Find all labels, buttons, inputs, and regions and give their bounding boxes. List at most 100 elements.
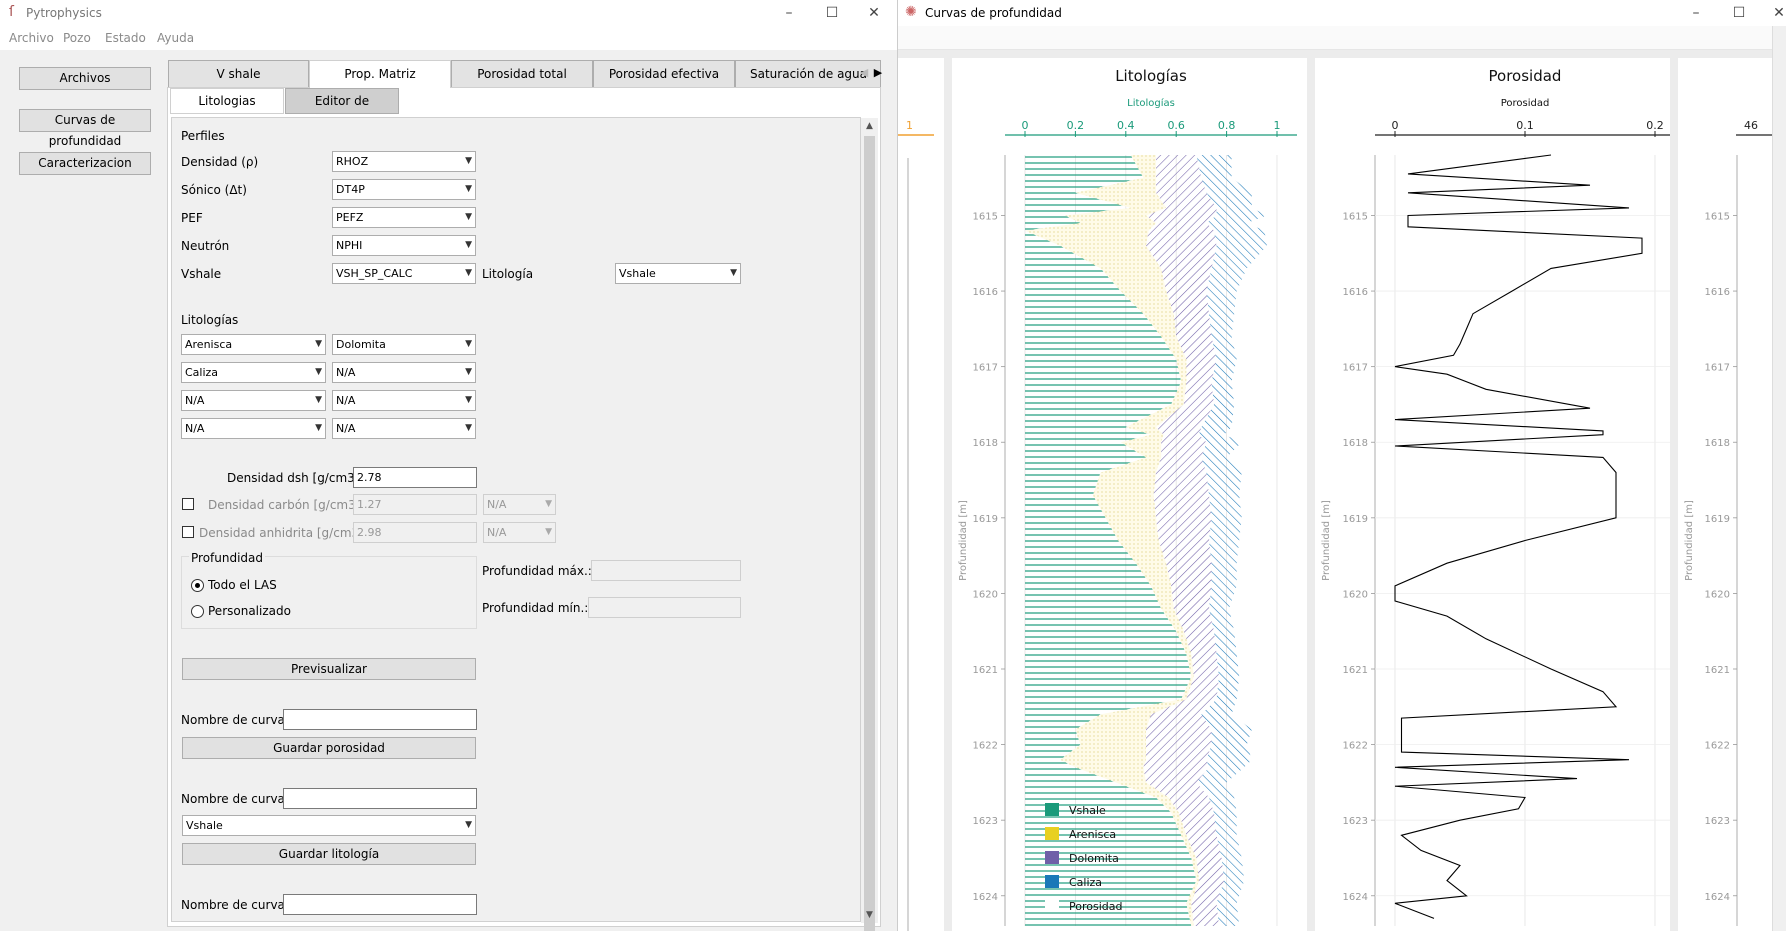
depth-tick-label: 1623 — [1705, 816, 1730, 827]
densidad-select[interactable]: RHOZ ▼ — [332, 151, 476, 172]
nombre-curva-3-input[interactable] — [283, 894, 477, 915]
plot-scrollbar[interactable] — [1772, 26, 1786, 931]
profundidad-max-input[interactable] — [591, 560, 741, 581]
chevron-down-icon: ▼ — [465, 367, 472, 377]
plot-toolbar — [898, 26, 1786, 50]
neutron-select[interactable]: NPHI ▼ — [332, 235, 476, 256]
litologias-chart: Litologías Litologías 0 0.2 0.4 0.6 0.8 1 1615 16… — [958, 67, 1297, 926]
litologia-1b-select[interactable]: Dolomita ▼ — [332, 334, 476, 355]
depth-tick-label: 1618 — [1343, 438, 1368, 449]
vshale-select[interactable]: VSH_SP_CALC ▼ — [332, 263, 476, 284]
track-title: Porosidad — [1489, 67, 1562, 85]
tab-scroll-left-icon[interactable]: ◀ — [857, 62, 871, 84]
minimize-icon[interactable]: – — [778, 3, 800, 23]
maximize-icon[interactable]: ☐ — [1728, 3, 1750, 23]
personalizado-radio[interactable] — [191, 605, 204, 618]
depth-tick-label: 1622 — [1343, 741, 1368, 752]
depth-tick-label: 1623 — [1343, 816, 1368, 827]
depth-tick-label: 1620 — [973, 589, 998, 600]
minimize-icon[interactable]: – — [1685, 3, 1707, 23]
perfiles-heading: Perfiles — [181, 129, 225, 143]
litologia-2b-select[interactable]: N/A ▼ — [332, 362, 476, 383]
profundidad-min-input[interactable] — [588, 597, 741, 618]
tab-scroll-right-icon[interactable]: ▶ — [871, 62, 885, 84]
menu-pozo[interactable]: Pozo — [63, 31, 91, 45]
close-icon[interactable]: ✕ — [1768, 3, 1786, 23]
top-axis-label: Litologías — [1127, 97, 1175, 109]
litologia-3a-select[interactable]: N/A ▼ — [181, 390, 326, 411]
close-icon[interactable]: ✕ — [863, 3, 885, 23]
litologia-4a-select[interactable]: N/A ▼ — [181, 418, 326, 439]
densidad-anhidrita-checkbox[interactable] — [182, 526, 194, 538]
chevron-down-icon: ▼ — [315, 395, 322, 405]
guardar-porosidad-button[interactable]: Guardar porosidad — [182, 737, 476, 759]
densidad-carbon-input[interactable]: 1.27 — [353, 494, 477, 515]
depth-tick-label: 1621 — [1343, 665, 1368, 676]
sonico-select[interactable]: DT4P ▼ — [332, 179, 476, 200]
litologia-1a-select[interactable]: Arenisca ▼ — [181, 334, 326, 355]
subtab-editor-litologias[interactable]: Editor de litologías — [285, 88, 399, 132]
litologia-2a-select[interactable]: Caliza ▼ — [181, 362, 326, 383]
tab-vshale[interactable]: V shale — [168, 60, 309, 87]
depth-tick-label: 1620 — [1343, 589, 1368, 600]
chevron-down-icon: ▼ — [465, 156, 472, 166]
track-title: Litologías — [1115, 67, 1187, 85]
caracterizacion-button[interactable]: Caracterizacion — [19, 152, 151, 175]
legend-swatch — [1045, 875, 1059, 888]
litologias-heading: Litologías — [181, 313, 239, 327]
nombre-curva-litologia-input[interactable] — [283, 788, 477, 809]
x-tick-label: 0.2 — [1067, 119, 1085, 132]
tab-prop-matriz[interactable]: Prop. Matriz — [309, 60, 451, 88]
depth-tick-label: 1620 — [1705, 589, 1730, 600]
litologia-select[interactable]: Vshale ▼ — [615, 263, 741, 284]
nombre-curva-porosidad-input[interactable] — [283, 709, 477, 730]
top-axis-label: Porosidad — [1501, 98, 1550, 109]
pef-select[interactable]: PEFZ ▼ — [332, 207, 476, 228]
densidad-dsh-label: Densidad dsh [g/cm3] — [227, 471, 360, 485]
scroll-down-icon[interactable]: ▼ — [861, 907, 878, 923]
densidad-carbon-checkbox[interactable] — [182, 498, 194, 510]
maximize-icon[interactable]: ☐ — [821, 3, 843, 23]
tab-porosidad-efectiva[interactable]: Porosidad efectiva — [593, 60, 735, 87]
depth-axis-label: Profundidad [m] — [1684, 500, 1695, 581]
densidad-anhidrita-input[interactable]: 2.98 — [353, 522, 477, 543]
subtab-litologias[interactable]: Litologias — [170, 88, 284, 114]
depth-tick-label: 1619 — [973, 514, 998, 525]
chevron-down-icon: ▼ — [545, 527, 552, 537]
litologia-output-select[interactable]: Vshale ▼ — [182, 815, 476, 836]
neutron-label: Neutrón — [181, 239, 230, 253]
chevron-down-icon: ▼ — [465, 339, 472, 349]
menu-ayuda[interactable]: Ayuda — [157, 31, 194, 45]
guardar-litologia-button[interactable]: Guardar litología — [182, 843, 476, 865]
archivos-button[interactable]: Archivos — [19, 67, 151, 90]
litologia-3b-select[interactable]: N/A ▼ — [332, 390, 476, 411]
todo-el-las-radio[interactable] — [191, 579, 204, 592]
litologia-4b-select[interactable]: N/A ▼ — [332, 418, 476, 439]
densidad-anhidrita-select[interactable]: N/A ▼ — [483, 522, 556, 543]
window-title: Curvas de profundidad — [925, 6, 1062, 20]
chevron-down-icon: ▼ — [545, 499, 552, 509]
form-scrollbar[interactable]: ▲ ▼ — [861, 118, 878, 931]
scroll-up-icon[interactable]: ▲ — [861, 118, 878, 134]
menu-estado[interactable]: Estado — [105, 31, 146, 45]
densidad-dsh-input[interactable]: 2.78 — [353, 467, 477, 488]
curvas-de-profundidad-button[interactable]: Curvas de profundidad — [19, 109, 151, 148]
chevron-down-icon: ▼ — [465, 184, 472, 194]
x-tick-label: 0.2 — [1646, 119, 1664, 132]
depth-tick-label: 1623 — [973, 816, 998, 827]
depth-tick-label: 1617 — [1343, 363, 1368, 374]
densidad-carbon-select[interactable]: N/A ▼ — [483, 494, 556, 515]
scrollbar-thumb[interactable] — [864, 136, 875, 931]
left-titlebar: ſ Pytrophysics – ☐ ✕ — [0, 0, 897, 26]
legend-label: Porosidad — [1069, 900, 1122, 913]
depth-axis-label: Profundidad [m] — [1321, 500, 1332, 581]
previsualizar-button[interactable]: Previsualizar — [182, 658, 476, 680]
tab-porosidad-total[interactable]: Porosidad total — [451, 60, 593, 87]
porosidad-track: Porosidad Porosidad 0 0.1 0.2 1615 1616 1617 161… — [1315, 58, 1675, 931]
chevron-down-icon: ▼ — [465, 395, 472, 405]
depth-tick-label: 1624 — [1343, 892, 1368, 903]
legend-swatch — [1045, 899, 1059, 912]
partial-tick-label: 1 — [906, 119, 913, 132]
todo-el-las-label: Todo el LAS — [208, 578, 277, 592]
menu-archivo[interactable]: Archivo — [9, 31, 54, 45]
